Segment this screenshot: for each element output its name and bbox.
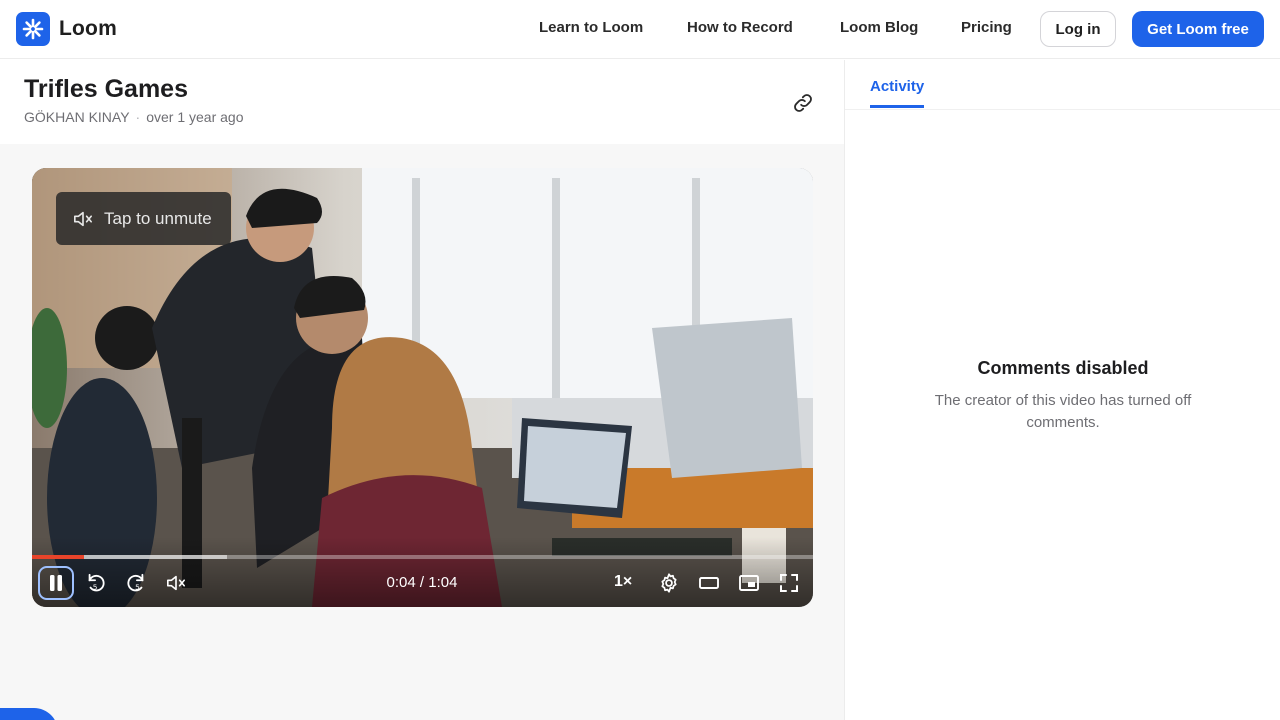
brand-name: Loom	[59, 17, 117, 40]
brand-logo-link[interactable]: Loom	[16, 12, 117, 46]
comments-disabled-text: The creator of this video has turned off…	[934, 392, 1192, 431]
svg-text:5: 5	[135, 582, 140, 591]
author-name[interactable]: GÖKHAN KINAY	[24, 109, 130, 125]
picture-in-picture-button[interactable]	[733, 568, 765, 598]
rewind-5-icon: 5	[88, 573, 105, 591]
meta-separator: ·	[135, 109, 141, 125]
video-player[interactable]: Tap to unmute 5 5 0:04 / 1:04 1×	[32, 168, 813, 607]
fullscreen-button[interactable]	[773, 568, 805, 598]
forward-button[interactable]: 5	[120, 568, 152, 598]
record-video-button[interactable]	[0, 708, 58, 720]
link-icon	[794, 94, 812, 112]
tab-activity[interactable]: Activity	[870, 78, 925, 108]
comments-disabled-title: Comments disabled	[977, 358, 1149, 378]
video-time: 0:04 / 1:04	[386, 574, 458, 591]
picture-in-picture-icon	[739, 575, 759, 591]
pause-icon	[50, 575, 62, 591]
unmute-label: Tap to unmute	[104, 208, 212, 228]
forward-5-icon: 5	[127, 573, 144, 591]
video-column: Trifles Games GÖKHAN KINAY · over 1 year a…	[0, 60, 844, 720]
nav-learn-to-loom[interactable]: Learn to Loom	[539, 19, 643, 36]
video-title: Trifles Games	[24, 75, 188, 103]
settings-button[interactable]	[653, 568, 685, 598]
nav-loom-blog[interactable]: Loom Blog	[840, 19, 918, 36]
tap-to-unmute-button[interactable]: Tap to unmute	[56, 192, 231, 245]
speaker-muted-icon	[74, 211, 92, 226]
top-navigation: Loom Learn to Loom How to Record Loom Bl…	[0, 0, 1280, 59]
loom-logo-icon	[16, 12, 50, 46]
playback-speed-button[interactable]: 1×	[614, 573, 632, 591]
nav-how-to-record[interactable]: How to Record	[687, 19, 793, 36]
mute-toggle-button[interactable]	[160, 568, 192, 598]
rewind-button[interactable]: 5	[80, 568, 112, 598]
sidebar-tabs: Activity	[845, 60, 1280, 110]
nav-pricing[interactable]: Pricing	[961, 19, 1012, 36]
speaker-muted-icon	[167, 575, 185, 591]
svg-text:5: 5	[93, 582, 98, 591]
login-button[interactable]: Log in	[1040, 11, 1116, 47]
theater-mode-icon	[699, 577, 719, 589]
gear-icon	[661, 573, 677, 593]
pause-button[interactable]	[38, 566, 74, 600]
video-age: over 1 year ago	[146, 109, 244, 125]
video-header: Trifles Games GÖKHAN KINAY · over 1 year a…	[0, 60, 844, 144]
copy-link-button[interactable]	[790, 90, 816, 116]
progress-bar[interactable]	[32, 555, 813, 559]
progress-fill	[32, 555, 85, 559]
theater-mode-button[interactable]	[693, 568, 725, 598]
fullscreen-icon	[780, 574, 798, 592]
video-meta: GÖKHAN KINAY · over 1 year ago	[24, 109, 244, 125]
activity-sidebar: Activity Comments disabled The creator o…	[844, 60, 1280, 720]
get-loom-free-button[interactable]: Get Loom free	[1132, 11, 1264, 47]
